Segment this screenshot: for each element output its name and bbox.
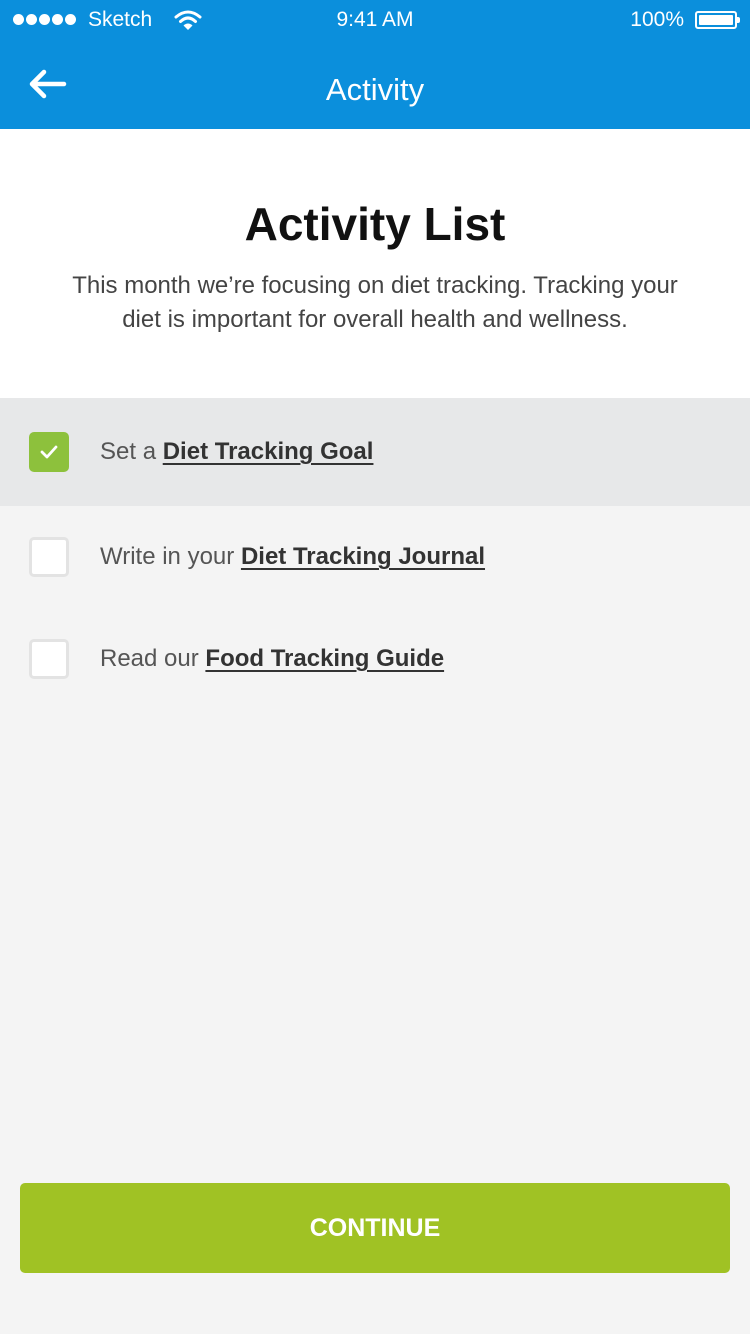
activity-link-diet-tracking-goal[interactable]: Diet Tracking Goal [163, 438, 374, 465]
activity-text: Set a Diet Tracking Goal [100, 438, 373, 466]
intro-section: Activity List This month we’re focusing … [0, 129, 750, 398]
continue-button[interactable]: CONTINUE [20, 1183, 730, 1273]
activity-checkbox[interactable] [29, 432, 69, 472]
status-bar: Sketch 9:41 AM 100% [0, 0, 750, 40]
activity-link-diet-tracking-journal[interactable]: Diet Tracking Journal [241, 543, 485, 570]
activity-text: Write in your Diet Tracking Journal [100, 543, 485, 571]
activity-item-diet-journal[interactable]: Write in your Diet Tracking Journal [0, 506, 750, 608]
activity-link-food-tracking-guide[interactable]: Food Tracking Guide [205, 645, 444, 672]
battery-fill [699, 15, 733, 25]
app-header: Sketch 9:41 AM 100% Activity [0, 0, 750, 129]
activity-prefix: Set a [100, 438, 163, 465]
activity-checkbox[interactable] [29, 639, 69, 679]
activity-checkbox[interactable] [29, 537, 69, 577]
page-title: Activity List [244, 198, 506, 250]
activity-prefix: Write in your [100, 543, 241, 570]
battery-icon [695, 11, 740, 29]
activity-list: Set a Diet Tracking Goal Write in your D… [0, 398, 750, 710]
nav-title: Activity [325, 72, 425, 107]
activity-item-diet-goal[interactable]: Set a Diet Tracking Goal [0, 398, 750, 506]
page-description: This month we’re focusing on diet tracki… [72, 272, 678, 333]
activity-text: Read our Food Tracking Guide [100, 645, 444, 673]
checkmark-icon [40, 445, 58, 459]
battery-percentage: 100% [630, 8, 684, 31]
activity-item-food-guide[interactable]: Read our Food Tracking Guide [0, 608, 750, 710]
activity-prefix: Read our [100, 645, 206, 672]
